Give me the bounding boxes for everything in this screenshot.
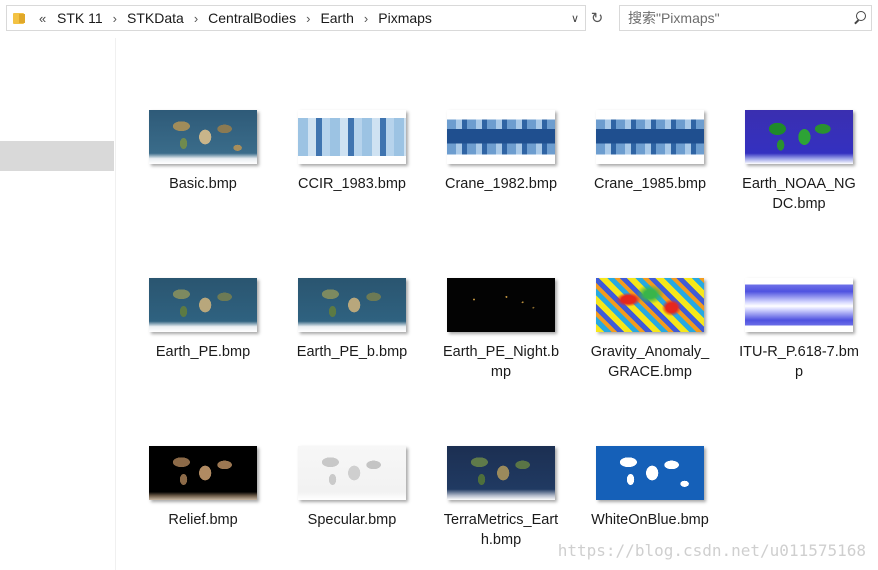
- itu-map-thumbnail: [745, 278, 853, 332]
- chevron-right-icon[interactable]: ›: [360, 11, 372, 26]
- file-name: WhiteOnBlue.bmp: [591, 512, 709, 528]
- file-item-relief[interactable]: Relief.bmp: [128, 446, 278, 530]
- file-item-gravity-anomaly-grace[interactable]: Gravity_Anomaly_GRACE.bmp: [575, 278, 725, 382]
- earth-noaa-thumbnail: [745, 110, 853, 164]
- refresh-icon[interactable]: ↻: [586, 5, 608, 31]
- file-name: Earth_PE_b.bmp: [296, 344, 408, 360]
- file-item-earth-pe[interactable]: Earth_PE.bmp: [128, 278, 278, 362]
- file-name: ITU-R_P.618-7.bmp: [739, 344, 859, 380]
- gravity-map-thumbnail: [596, 278, 704, 332]
- breadcrumb-pixmaps[interactable]: Pixmaps: [372, 10, 438, 26]
- folder-icon: [13, 11, 27, 25]
- terra-map-thumbnail: [447, 446, 555, 500]
- search-box[interactable]: 搜索"Pixmaps": [619, 5, 872, 31]
- earth-map-thumbnail: [149, 110, 257, 164]
- file-item-crane-1982[interactable]: Crane_1982.bmp: [426, 110, 576, 194]
- file-item-basic[interactable]: Basic.bmp: [128, 110, 278, 194]
- file-name: Crane_1985.bmp: [593, 176, 707, 192]
- file-item-crane-1985[interactable]: Crane_1985.bmp: [575, 110, 725, 194]
- nav-selected-item[interactable]: [0, 141, 114, 171]
- file-name: Basic.bmp: [169, 176, 237, 192]
- chevron-right-icon[interactable]: ›: [190, 11, 202, 26]
- file-item-ccir-1983[interactable]: CCIR_1983.bmp: [277, 110, 427, 194]
- file-name: Earth_NOAA_NGDC.bmp: [742, 176, 856, 212]
- file-item-whiteonblue[interactable]: WhiteOnBlue.bmp: [575, 446, 725, 530]
- file-name: TerraMetrics_Earth.bmp: [443, 512, 559, 548]
- address-toolbar: « STK 11 › STKData › CentralBodies › Ear…: [0, 0, 878, 38]
- search-icon[interactable]: [849, 6, 871, 30]
- file-item-earth-pe-night[interactable]: Earth_PE_Night.bmp: [426, 278, 576, 382]
- blue-bands-thumbnail: [596, 110, 704, 164]
- specular-map-thumbnail: [298, 446, 406, 500]
- relief-map-thumbnail: [149, 446, 257, 500]
- file-name: Gravity_Anomaly_GRACE.bmp: [590, 344, 710, 380]
- breadcrumb-stkdata[interactable]: STKData: [121, 10, 190, 26]
- file-name: Specular.bmp: [307, 512, 397, 528]
- file-item-earth-pe-b[interactable]: Earth_PE_b.bmp: [277, 278, 427, 362]
- file-item-specular[interactable]: Specular.bmp: [277, 446, 427, 530]
- file-item-terrametrics-earth[interactable]: TerraMetrics_Earth.bmp: [426, 446, 576, 550]
- file-name: CCIR_1983.bmp: [298, 176, 406, 192]
- chevron-down-icon[interactable]: ∨: [565, 6, 585, 30]
- file-name: Crane_1982.bmp: [444, 176, 558, 192]
- file-name: Earth_PE_Night.bmp: [442, 344, 560, 380]
- blue-bands-thumbnail: [298, 110, 406, 164]
- file-item-earth-noaa-ngdc[interactable]: Earth_NOAA_NGDC.bmp: [724, 110, 874, 214]
- breadcrumb-stk11[interactable]: STK 11: [51, 10, 109, 26]
- breadcrumb-centralbodies[interactable]: CentralBodies: [202, 10, 302, 26]
- file-name: Relief.bmp: [168, 512, 238, 528]
- breadcrumb-earth[interactable]: Earth: [314, 10, 359, 26]
- file-name: Earth_PE.bmp: [155, 344, 251, 360]
- file-grid: Basic.bmp CCIR_1983.bmp Crane_1982.bmp C…: [116, 38, 878, 570]
- earth-night-thumbnail: [447, 278, 555, 332]
- earth-map-thumbnail: [149, 278, 257, 332]
- navigation-pane[interactable]: [0, 38, 116, 570]
- earth-map-thumbnail: [298, 278, 406, 332]
- white-on-blue-map-thumbnail: [596, 446, 704, 500]
- chevron-right-icon[interactable]: ›: [302, 11, 314, 26]
- search-input[interactable]: 搜索"Pixmaps": [620, 8, 849, 28]
- breadcrumb-overflow-button[interactable]: «: [39, 11, 51, 26]
- file-item-itu-r-p618-7[interactable]: ITU-R_P.618-7.bmp: [724, 278, 874, 382]
- address-bar[interactable]: « STK 11 › STKData › CentralBodies › Ear…: [6, 5, 586, 31]
- chevron-right-icon[interactable]: ›: [109, 11, 121, 26]
- blue-bands-thumbnail: [447, 110, 555, 164]
- watermark: https://blog.csdn.net/u011575168: [557, 541, 866, 560]
